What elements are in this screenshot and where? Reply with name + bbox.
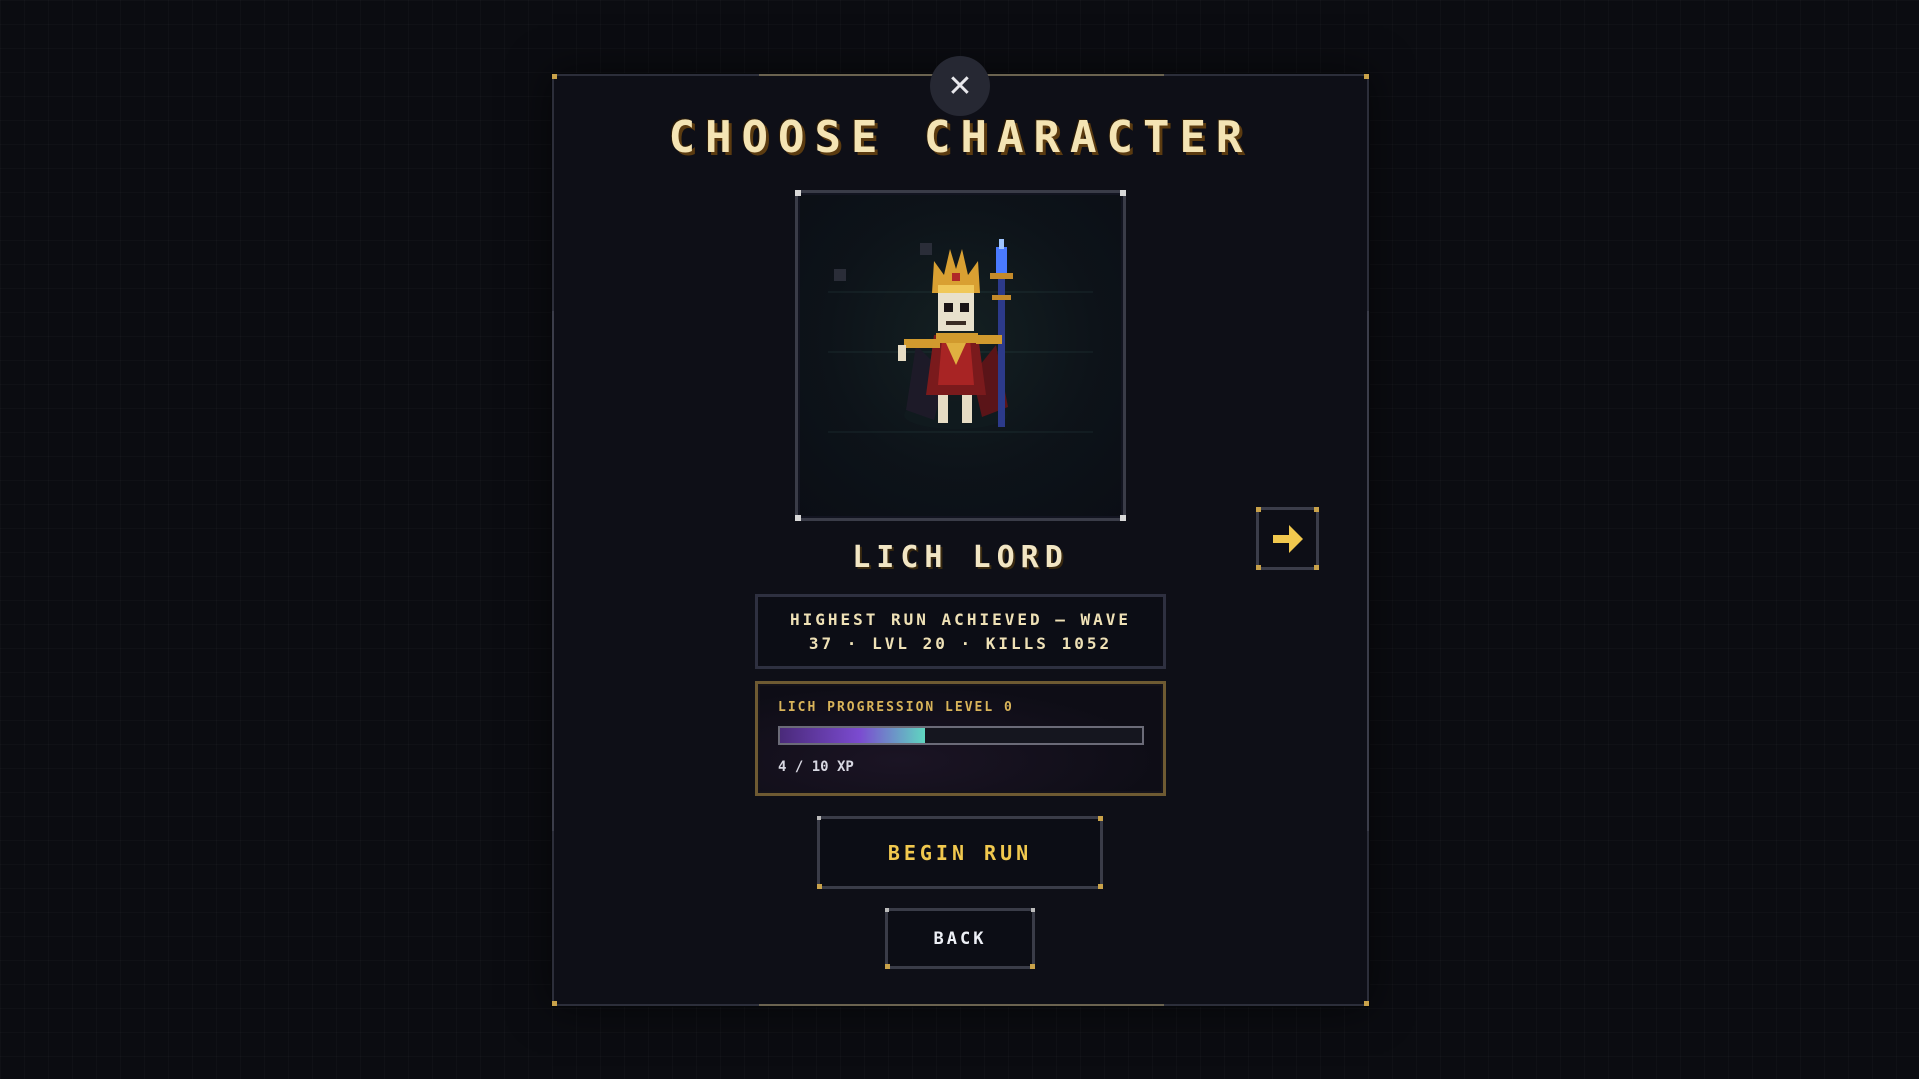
back-button[interactable]: BACK xyxy=(885,908,1035,969)
xp-progress-bar xyxy=(778,726,1144,745)
back-label: BACK xyxy=(933,928,987,949)
begin-run-label: BEGIN RUN xyxy=(887,840,1033,865)
xp-text: 4 / 10 XP xyxy=(778,759,854,775)
lich-lord-sprite xyxy=(898,239,1013,429)
highest-run-text: HIGHEST RUN ACHIEVED — WAVE 37 · LVL 20 … xyxy=(789,609,1132,653)
xp-progress-fill xyxy=(780,728,925,743)
close-button[interactable]: ✕ xyxy=(930,56,990,116)
page-title: CHOOSE CHARACTER xyxy=(668,112,1253,163)
progression-label: LICH PROGRESSION LEVEL 0 xyxy=(778,700,1014,715)
close-icon: ✕ xyxy=(947,68,973,104)
character-portrait xyxy=(795,190,1126,521)
progression-panel: LICH PROGRESSION LEVEL 0 4 / 10 XP xyxy=(755,681,1166,796)
character-name: LICH LORD xyxy=(852,540,1069,575)
arrow-right-icon xyxy=(1272,524,1303,553)
begin-run-button[interactable]: BEGIN RUN xyxy=(817,816,1103,889)
highest-run-stats: HIGHEST RUN ACHIEVED — WAVE 37 · LVL 20 … xyxy=(755,594,1166,669)
next-character-button[interactable] xyxy=(1256,507,1319,570)
